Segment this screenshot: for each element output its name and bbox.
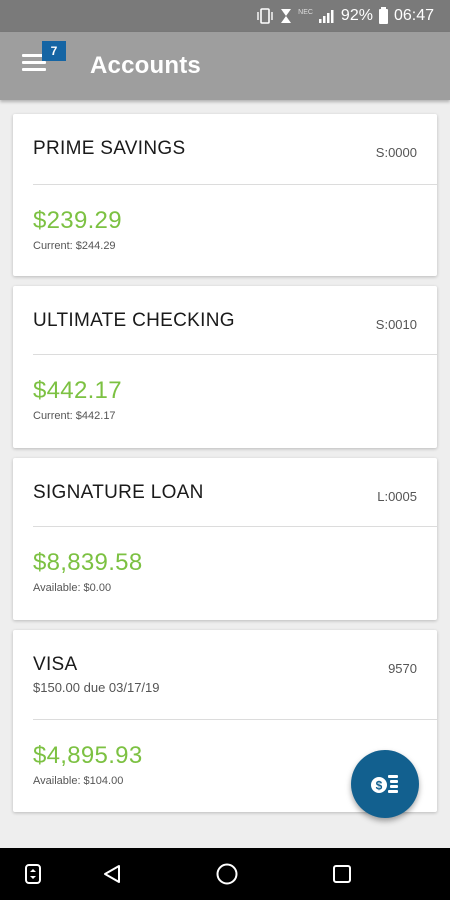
- recents-button[interactable]: [330, 862, 354, 886]
- account-name: PRIME SAVINGS: [33, 138, 186, 159]
- screen-pin-icon: [25, 864, 41, 884]
- account-name: SIGNATURE LOAN: [33, 482, 204, 503]
- account-name: VISA: [33, 654, 78, 675]
- account-balance: $8,839.58: [33, 549, 143, 576]
- home-button[interactable]: [215, 862, 239, 886]
- account-card-signature-loan[interactable]: SIGNATURE LOAN L:0005 $8,839.58 Availabl…: [13, 458, 437, 620]
- triangle-back-icon: [104, 865, 120, 883]
- battery-icon: [378, 6, 388, 24]
- account-id: S:0010: [375, 317, 417, 332]
- system-nav-bar: [0, 848, 450, 900]
- account-detail: Current: $442.17: [33, 410, 116, 422]
- page-title: Accounts: [90, 52, 201, 79]
- account-id: L:0005: [377, 489, 417, 504]
- account-balance: $442.17: [33, 377, 122, 404]
- back-button[interactable]: [100, 862, 124, 886]
- battery-percent: 92%: [340, 7, 373, 24]
- account-detail: Available: $0.00: [33, 582, 112, 594]
- square-recents-icon: [333, 865, 351, 883]
- app-switcher-button[interactable]: [21, 862, 45, 886]
- account-list: PRIME SAVINGS S:0000 $239.29 Current: $2…: [13, 114, 437, 822]
- account-balance: $239.29: [33, 207, 122, 234]
- svg-text:$: $: [376, 779, 383, 793]
- hourglass-icon: [280, 7, 292, 25]
- payment-due: $150.00 due 03/17/19: [33, 680, 160, 695]
- clock: 06:47: [393, 7, 434, 24]
- account-card-prime-savings[interactable]: PRIME SAVINGS S:0000 $239.29 Current: $2…: [13, 114, 437, 276]
- network-type-label: NEC: [298, 8, 313, 16]
- signal-icon: [318, 7, 335, 25]
- notification-badge[interactable]: 7: [42, 41, 66, 61]
- circle-home-icon: [216, 863, 238, 885]
- app-bar: 7 Accounts: [0, 32, 450, 100]
- transfer-fab-button[interactable]: $: [351, 750, 419, 818]
- account-id: S:0000: [375, 145, 417, 160]
- vibrate-icon: [256, 7, 274, 25]
- account-id: 9570: [388, 661, 417, 676]
- transfer-money-icon: $: [371, 775, 398, 793]
- status-bar: NEC 92% 06:47: [0, 0, 450, 32]
- account-detail: Current: $244.29: [33, 240, 116, 252]
- account-name: ULTIMATE CHECKING: [33, 310, 235, 331]
- account-card-ultimate-checking[interactable]: ULTIMATE CHECKING S:0010 $442.17 Current…: [13, 286, 437, 448]
